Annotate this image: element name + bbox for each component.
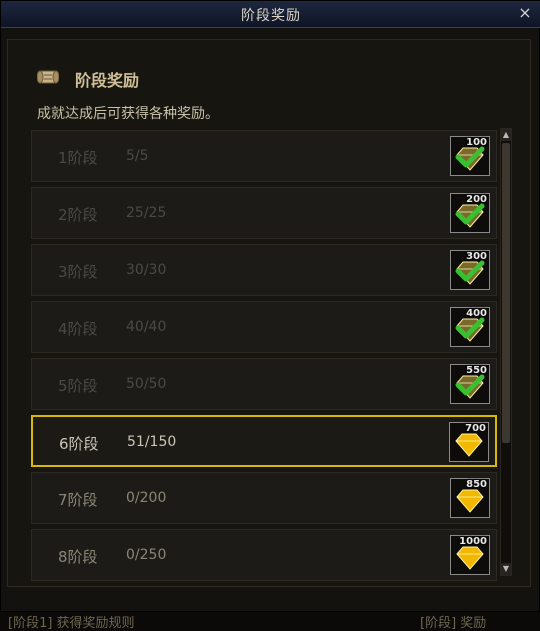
reward-amount: 400 (466, 308, 487, 319)
reward-amount: 300 (466, 251, 487, 262)
stage-row[interactable]: 2阶段 25/25 200 (31, 187, 497, 239)
close-button[interactable]: × (517, 4, 533, 22)
reward-slot[interactable]: 550 (450, 364, 490, 404)
reward-slot[interactable]: 300 (450, 250, 490, 290)
title-bar[interactable]: 阶段奖励 × (1, 1, 540, 28)
stage-name: 5阶段 (58, 377, 98, 395)
reward-slot[interactable]: 1000 (450, 535, 490, 575)
gold-gem-icon (456, 546, 484, 570)
stage-row[interactable]: 3阶段 30/30 300 (31, 244, 497, 296)
stage-row[interactable]: 6阶段 51/150 700 (31, 415, 497, 467)
gold-gem-icon (456, 489, 484, 513)
stage-row[interactable]: 4阶段 40/40 400 (31, 301, 497, 353)
reward-amount: 100 (466, 137, 487, 148)
background-text-right: [阶段] 奖励 (420, 616, 487, 631)
window-title: 阶段奖励 (241, 8, 301, 24)
gold-gem-icon (455, 433, 483, 457)
stage-name: 2阶段 (58, 206, 98, 224)
stage-row[interactable]: 1阶段 5/5 100 (31, 130, 497, 182)
stage-row[interactable]: 8阶段 0/250 1000 (31, 529, 497, 581)
stage-name: 8阶段 (58, 548, 98, 566)
stage-name: 4阶段 (58, 320, 98, 338)
scroll-icon (37, 70, 59, 84)
stage-progress: 0/200 (126, 490, 167, 506)
scroll-down-button[interactable]: ▼ (501, 563, 511, 575)
scroll-thumb[interactable] (502, 143, 510, 443)
reward-amount: 850 (466, 479, 487, 490)
stage-progress: 5/5 (126, 148, 149, 164)
stage-row[interactable]: 5阶段 50/50 550 (31, 358, 497, 410)
section-description: 成就达成后可获得各种奖励。 (37, 106, 219, 122)
reward-slot[interactable]: 850 (450, 478, 490, 518)
stage-reward-window: 阶段奖励 × 阶段奖励 成就达成后可获得各种奖励。 1阶段 5/5 100 2阶段 25… (0, 0, 540, 612)
reward-amount: 1000 (459, 536, 487, 547)
stage-row[interactable]: 7阶段 0/200 850 (31, 472, 497, 524)
stage-progress: 25/25 (126, 205, 167, 221)
stage-name: 6阶段 (59, 435, 99, 453)
section-title: 阶段奖励 (75, 71, 140, 90)
stage-progress: 0/250 (126, 547, 167, 563)
stage-name: 1阶段 (58, 149, 98, 167)
stage-name: 3阶段 (58, 263, 98, 281)
reward-slot[interactable]: 100 (450, 136, 490, 176)
reward-slot[interactable]: 200 (450, 193, 490, 233)
background-text: [阶段1] 获得奖励规则 (8, 616, 135, 631)
reward-slot[interactable]: 700 (449, 422, 489, 462)
stage-progress: 40/40 (126, 319, 167, 335)
stage-progress: 30/30 (126, 262, 167, 278)
reward-amount: 200 (466, 194, 487, 205)
reward-amount: 550 (466, 365, 487, 376)
scroll-up-button[interactable]: ▲ (501, 129, 511, 141)
reward-slot[interactable]: 400 (450, 307, 490, 347)
stage-progress: 51/150 (127, 434, 177, 450)
stage-progress: 50/50 (126, 376, 167, 392)
reward-amount: 700 (465, 423, 486, 434)
scrollbar[interactable]: ▲ ▼ (500, 128, 512, 576)
stage-name: 7阶段 (58, 491, 98, 509)
